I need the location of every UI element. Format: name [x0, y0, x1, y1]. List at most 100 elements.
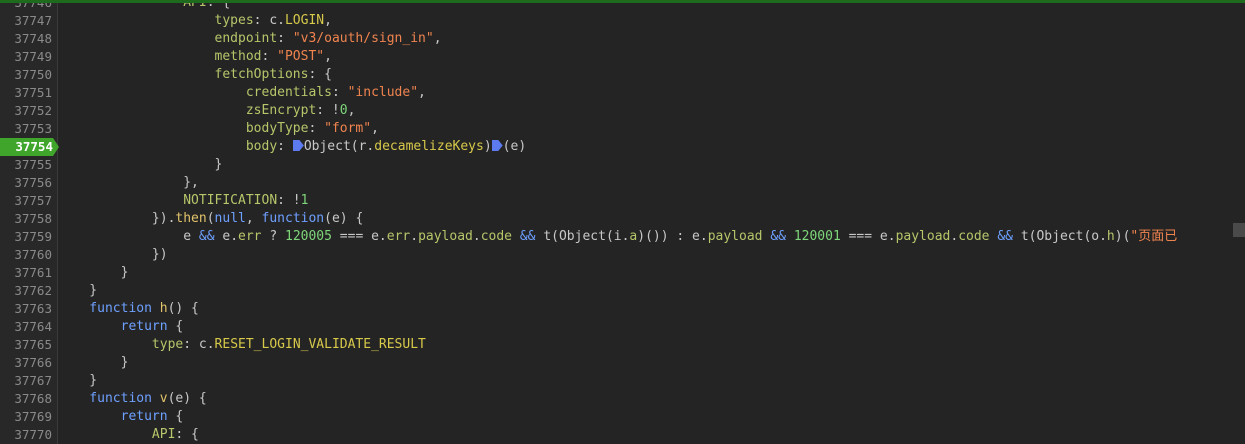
code-token: payload — [895, 229, 951, 244]
line-number[interactable]: 37767 — [0, 372, 52, 390]
code-token: : c. — [253, 13, 285, 28]
code-token: 120001 — [793, 229, 841, 244]
line-number[interactable]: 37760 — [0, 246, 52, 264]
code-line[interactable]: method: "POST", — [58, 48, 332, 66]
code-token: 1 — [300, 193, 309, 208]
line-number[interactable]: 37756 — [0, 174, 52, 192]
code-line[interactable]: e && e.err ? 120005 === e.err.payload.co… — [58, 228, 1177, 246]
code-line[interactable]: } — [58, 264, 129, 282]
code-token: . — [472, 229, 481, 244]
code-line[interactable]: credentials: "include", — [58, 84, 426, 102]
code-line[interactable]: function h() { — [58, 300, 199, 318]
inline-breakpoint-marker-icon[interactable] — [292, 140, 304, 151]
code-line[interactable]: function v(e) { — [58, 390, 206, 408]
line-number-gutter[interactable]: 37746 37747 37748 37749 37750 37751 37752 37753… — [0, 0, 59, 444]
code-token: (e) { — [324, 211, 364, 226]
code-line[interactable]: NOTIFICATION: !1 — [58, 192, 308, 210]
code-token: : — [277, 139, 293, 154]
code-line[interactable]: }, — [58, 174, 199, 192]
code-token: NOTIFICATION — [58, 193, 278, 208]
line-number[interactable]: 37763 — [0, 300, 52, 318]
code-line[interactable]: fetchOptions: { — [58, 66, 332, 84]
inline-breakpoint-marker-icon[interactable] — [491, 140, 503, 151]
code-token: , — [347, 103, 356, 118]
code-token: fetchOptions — [58, 67, 309, 82]
code-token: : { — [175, 427, 199, 442]
code-token: && — [198, 229, 215, 244]
code-token: code — [480, 229, 513, 244]
code-token: , — [433, 31, 442, 46]
code-line[interactable]: type: c.RESET_LOGIN_VALIDATE_RESULT — [58, 336, 426, 354]
code-token: : ! — [316, 103, 340, 118]
line-number[interactable]: 37766 — [0, 354, 52, 372]
line-number[interactable]: 37749 — [0, 48, 52, 66]
code-line[interactable]: } — [58, 354, 129, 372]
line-number[interactable]: 37761 — [0, 264, 52, 282]
line-number[interactable]: 37762 — [0, 282, 52, 300]
code-editor[interactable]: 37746 37747 37748 37749 37750 37751 37752 37753… — [0, 0, 1245, 444]
code-token: type — [58, 337, 184, 352]
vertical-scrollbar-thumb[interactable] — [1233, 223, 1245, 237]
line-number[interactable]: 37768 — [0, 390, 52, 408]
code-line[interactable]: API: { — [58, 426, 199, 444]
code-token: return — [58, 319, 168, 334]
code-token: )( — [1114, 229, 1131, 244]
code-token: . — [410, 229, 419, 244]
code-token: t(Object(i. — [535, 229, 630, 244]
code-token: "POST" — [277, 49, 325, 64]
code-line[interactable]: } — [58, 156, 223, 174]
line-number[interactable]: 37765 — [0, 336, 52, 354]
code-token: } — [58, 157, 223, 172]
code-token: ? — [261, 229, 285, 244]
code-token: && — [770, 229, 786, 244]
line-number[interactable]: 37750 — [0, 66, 52, 84]
code-area[interactable]: API: { types: c.LOGIN, endpoint: "v3/oau… — [58, 0, 1245, 444]
code-token: : ! — [277, 193, 301, 208]
code-token: h — [1106, 229, 1115, 244]
code-line[interactable]: } — [58, 282, 97, 300]
code-token: ( — [206, 211, 215, 226]
code-token: { — [167, 319, 184, 334]
line-number[interactable]: 37751 — [0, 84, 52, 102]
active-line-number[interactable]: 37754 — [0, 138, 59, 156]
code-token: body — [58, 139, 278, 154]
line-number[interactable]: 37753 — [0, 120, 52, 138]
line-number[interactable]: 37757 — [0, 192, 52, 210]
line-number[interactable]: 37755 — [0, 156, 52, 174]
code-token: decamelizeKeys — [374, 139, 484, 154]
code-token: Object(r. — [303, 139, 375, 154]
code-token: } — [58, 373, 98, 388]
code-token: } — [58, 355, 129, 370]
code-line[interactable]: } — [58, 372, 97, 390]
code-line[interactable]: zsEncrypt: !0, — [58, 102, 356, 120]
code-line[interactable]: body: Object(r.decamelizeKeys) (e) — [58, 138, 526, 156]
code-line[interactable]: return { — [58, 408, 184, 426]
line-number[interactable]: 37770 — [0, 426, 52, 444]
code-token: err — [238, 229, 262, 244]
code-token: function — [58, 301, 152, 316]
code-line[interactable]: bodyType: "form", — [58, 120, 379, 138]
code-line[interactable]: types: c.LOGIN, — [58, 12, 332, 30]
line-number[interactable]: 37748 — [0, 30, 52, 48]
code-token: && — [519, 229, 536, 244]
code-token: === e. — [840, 229, 896, 244]
line-number[interactable]: 37764 — [0, 318, 52, 336]
code-token: return — [58, 409, 168, 424]
code-token: { — [167, 409, 184, 424]
code-line[interactable]: return { — [58, 318, 184, 336]
code-token: function — [58, 391, 152, 406]
line-number[interactable]: 37752 — [0, 102, 52, 120]
code-token: } — [58, 283, 98, 298]
code-line[interactable]: }).then(null, function(e) { — [58, 210, 363, 228]
code-token: )()) : e. — [637, 229, 708, 244]
code-line[interactable]: }) — [58, 246, 168, 264]
line-number[interactable]: 37747 — [0, 12, 52, 30]
line-number[interactable]: 37759 — [0, 228, 52, 246]
code-line[interactable]: endpoint: "v3/oauth/sign_in", — [58, 30, 442, 48]
line-number[interactable]: 37769 — [0, 408, 52, 426]
line-number[interactable]: 37758 — [0, 210, 52, 228]
